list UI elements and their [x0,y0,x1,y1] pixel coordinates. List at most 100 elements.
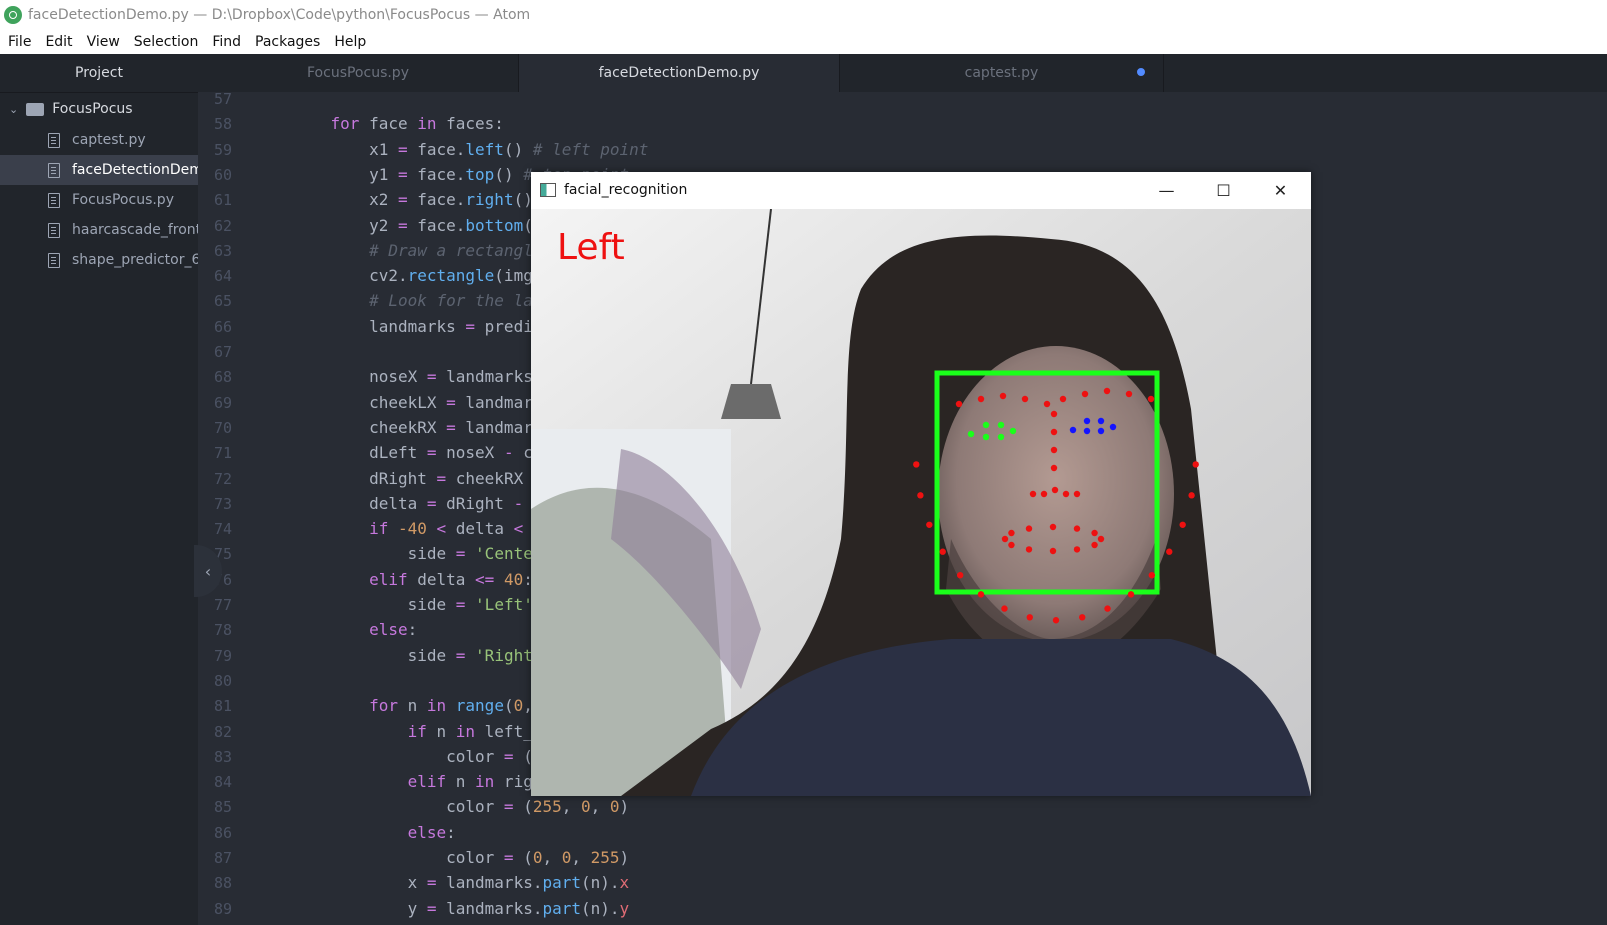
code-line[interactable]: 89 y = landmarks.part(n).y [198,896,1607,921]
landmark-dot [1059,395,1067,403]
landmark-dot [1083,427,1091,435]
menu-bar: File Edit View Selection Find Packages H… [0,29,1607,54]
landmark-dot [1147,395,1155,403]
code-text: if n in left_eye_ [407,721,572,741]
menu-file[interactable]: File [8,34,31,50]
code-line[interactable]: 59 x1 = face.left() # left point [198,137,1607,162]
landmark-dot [1125,390,1133,398]
landmark-dot [1001,605,1008,612]
code-text: cheekLX = landmarks.p [292,392,572,412]
landmark-dot [982,421,990,429]
line-number: 68 [213,368,232,387]
landmark-dot [1026,614,1033,621]
file-icon [48,222,60,238]
code-line[interactable]: 86 else: [198,820,1607,845]
code-line[interactable]: 87 color = (0, 0, 255) [198,845,1607,870]
landmark-dot [1091,541,1098,549]
line-number: 69 [213,393,232,412]
folder-row[interactable]: ⌄ FocusPocus [0,93,198,125]
landmark-dot [1029,490,1037,498]
menu-view[interactable]: View [87,34,120,50]
lamp [721,384,781,419]
code-line[interactable]: 85 color = (255, 0, 0) [198,794,1607,819]
popup-title: facial_recognition [564,182,688,198]
tree-file-haarcascade[interactable]: haarcascade_frontalface_default.xml [0,215,198,245]
landmark-dot [1025,525,1033,532]
file-name: FocusPocus.py [72,192,174,208]
menu-help[interactable]: Help [334,34,366,50]
landmark-dot [1083,417,1091,425]
code-line[interactable]: 57 [198,92,1607,111]
code-text: elif n in right_e [407,772,572,792]
code-line[interactable]: 88 x = landmarks.part(n).x [198,870,1607,895]
landmark-dot [1050,446,1058,454]
code-text: noseX = landmarks.par [292,367,572,387]
tree-file-focuspocus[interactable]: FocusPocus.py [0,185,198,215]
menu-selection[interactable]: Selection [134,34,199,50]
code-text: else: [407,822,456,842]
code-text: for face in faces: [330,114,504,134]
landmark-dot [1081,390,1089,398]
menu-packages[interactable]: Packages [255,34,320,50]
landmark-dot [1052,617,1060,624]
landmark-dot [977,591,985,598]
landmark-dot [1192,461,1199,468]
landmark-dot [977,395,985,403]
tab-bar: FocusPocus.py faceDetectionDemo.py capte… [198,54,1607,92]
project-header[interactable]: Project [0,54,198,93]
line-number: 86 [213,823,232,842]
tab-focuspocus[interactable]: FocusPocus.py [198,54,519,92]
line-number: 77 [213,596,232,614]
landmark-dot [1148,571,1156,579]
minimize-button[interactable]: — [1138,172,1195,208]
line-number: 67 [213,343,232,361]
landmark-dot [1050,464,1058,472]
landmark-dot [1097,427,1105,435]
tab-captest[interactable]: captest.py [840,54,1164,92]
menu-find[interactable]: Find [212,34,241,50]
code-text: x = landmarks.part(n).x [292,873,630,893]
landmark-dot [1009,427,1017,435]
modified-dot-icon [1137,68,1145,76]
code-text: side = 'Left' [292,595,533,614]
tree-file-facedetectiondemo[interactable]: faceDetectionDemo.py [0,155,198,185]
line-number: 79 [213,646,232,665]
landmark-dot [1103,387,1111,395]
tab-facedetectiondemo[interactable]: faceDetectionDemo.py [519,54,840,92]
code-text: side = 'Right' [292,645,543,665]
landmark-dot [1073,490,1081,498]
landmark-dot [1073,525,1081,532]
maximize-button[interactable]: ☐ [1195,172,1252,208]
code-text: elif delta <= 40: [369,569,533,589]
menu-edit[interactable]: Edit [45,34,72,50]
landmark-dot [1043,400,1051,408]
landmark-dot [1104,605,1111,612]
line-number: 89 [213,899,232,918]
atom-app-icon [4,5,22,24]
file-icon [48,162,60,178]
close-button[interactable]: ✕ [1252,172,1309,208]
line-number: 57 [213,92,232,108]
line-number: 61 [213,191,232,210]
landmark-dot [1109,423,1117,431]
direction-label: Left [557,227,625,268]
tree-file-shape-predictor[interactable]: shape_predictor_68_face_landmarks.dat [0,245,198,275]
line-number: 62 [213,216,232,235]
line-number: 59 [213,140,232,159]
file-name: haarcascade_frontalface_default.xml [72,222,198,238]
code-text: # Look for the landma [369,291,572,311]
landmark-dot [1050,428,1058,436]
line-number: 74 [213,520,232,539]
line-number: 83 [213,747,232,766]
landmark-dot [939,548,946,555]
line-number: 82 [213,722,232,741]
title-bar: faceDetectionDemo.py — D:\Dropbox\Code\p… [0,0,1607,29]
code-text: delta = dRight - dLef [292,493,571,513]
landmark-dot [1179,521,1186,528]
tree-file-captest[interactable]: captest.py [0,125,198,155]
line-number: 66 [213,317,232,336]
file-name: shape_predictor_68_face_landmarks.dat [72,252,198,268]
file-icon [48,252,60,268]
code-line[interactable]: 58 for face in faces: [198,111,1607,136]
code-text: # Draw a rectangle [369,240,543,260]
